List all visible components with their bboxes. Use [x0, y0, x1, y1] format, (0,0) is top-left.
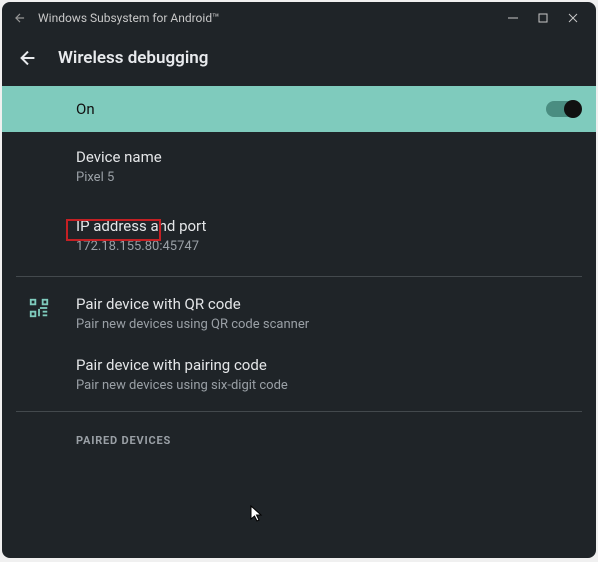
ip-port-title: IP address and port — [76, 217, 580, 235]
toggle-label: On — [76, 100, 546, 118]
empty-icon-slot — [22, 356, 56, 358]
divider — [16, 276, 582, 277]
page-title: Wireless debugging — [58, 48, 208, 68]
minimize-button[interactable] — [498, 4, 528, 32]
maximize-button[interactable] — [528, 4, 558, 32]
device-name-value: Pixel 5 — [76, 170, 580, 185]
divider — [16, 411, 582, 412]
paired-devices-section: PAIRED DEVICES — [2, 418, 596, 463]
mouse-cursor-icon — [250, 505, 264, 527]
titlebar-back-icon[interactable] — [10, 8, 30, 28]
switch-knob-icon — [564, 100, 582, 118]
window-title: Windows Subsystem for Android™ — [38, 11, 498, 25]
window-controls — [498, 4, 588, 32]
toggle-switch[interactable] — [546, 101, 580, 117]
pair-code-title: Pair device with pairing code — [76, 356, 580, 374]
page-header: Wireless debugging — [2, 34, 596, 86]
pair-code-text: Pair device with pairing code Pair new d… — [76, 356, 580, 393]
pair-qr-text: Pair device with QR code Pair new device… — [76, 295, 580, 332]
close-button[interactable] — [558, 4, 588, 32]
pair-code-sub: Pair new devices using six-digit code — [76, 378, 580, 393]
paired-devices-label: PAIRED DEVICES — [76, 434, 580, 447]
ip-port-value: 172.18.155.80:45747 — [76, 239, 580, 254]
device-name-section[interactable]: Device name Pixel 5 — [2, 132, 596, 201]
ip-port-section[interactable]: IP address and port 172.18.155.80:45747 — [2, 201, 596, 270]
qr-scan-icon — [22, 295, 56, 319]
pair-qr-title: Pair device with QR code — [76, 295, 580, 313]
pair-qr-row[interactable]: Pair device with QR code Pair new device… — [2, 283, 596, 344]
debugging-toggle-row[interactable]: On — [2, 86, 596, 132]
content-area: Wireless debugging On Device name Pixel … — [2, 34, 596, 463]
app-window: Windows Subsystem for Android™ Wireless … — [2, 2, 596, 558]
pair-qr-sub: Pair new devices using QR code scanner — [76, 317, 580, 332]
window-titlebar: Windows Subsystem for Android™ — [2, 2, 596, 34]
back-arrow-icon[interactable] — [16, 46, 40, 70]
pair-code-row[interactable]: Pair device with pairing code Pair new d… — [2, 344, 596, 405]
device-name-title: Device name — [76, 148, 580, 166]
